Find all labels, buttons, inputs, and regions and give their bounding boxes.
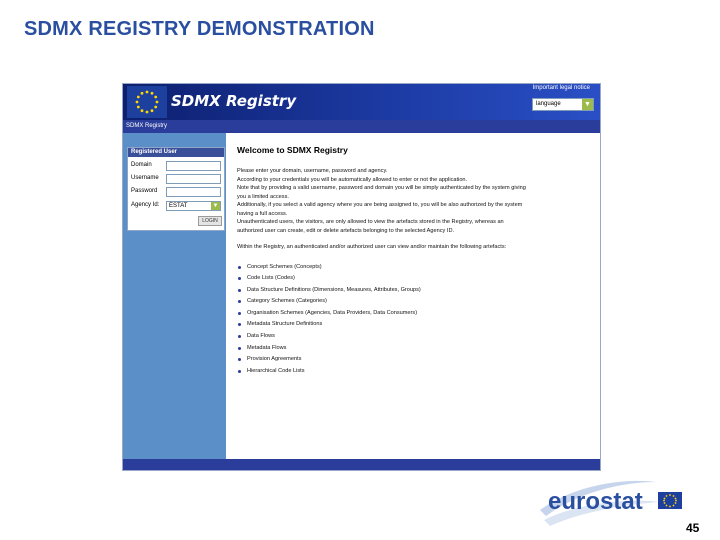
chevron-down-icon: ▼ [211, 202, 220, 210]
eurostat-logo: eurostat [536, 476, 686, 528]
list-item: Provision Agreements [237, 354, 593, 366]
eu-flag-icon [127, 86, 167, 118]
sidebar: Registered User Domain Username Password… [123, 133, 226, 470]
paragraph-line: Unauthenticated users, the visitors, are… [237, 219, 504, 225]
breadcrumb-link[interactable]: SDMX Registry [126, 123, 167, 129]
legal-notice-link[interactable]: Important legal notice [533, 85, 590, 91]
list-item: Category Schemes (Categories) [237, 296, 593, 308]
list-item: Hierarchical Code Lists [237, 366, 593, 378]
list-item: Metadata Structure Definitions [237, 319, 593, 331]
language-select-value: language [536, 101, 561, 107]
paragraph-line: Please enter your domain, username, pass… [237, 168, 388, 174]
password-input[interactable] [166, 187, 221, 197]
list-item: Organisation Schemes (Agencies, Data Pro… [237, 308, 593, 320]
browser-window: SDMX Registry Important legal notice lan… [122, 83, 601, 471]
footer-bar [123, 459, 600, 470]
login-panel: Registered User Domain Username Password… [127, 147, 225, 231]
artefact-list: Concept Schemes (Concepts) Code Lists (C… [237, 262, 593, 378]
list-item: Data Flows [237, 331, 593, 343]
list-item: Code Lists (Codes) [237, 273, 593, 285]
list-item: Data Structure Definitions (Dimensions, … [237, 285, 593, 297]
registry-banner: SDMX Registry Important legal notice lan… [123, 84, 600, 120]
password-label: Password [131, 188, 158, 194]
domain-input[interactable] [166, 161, 221, 171]
paragraph-line: authorized user can create, edit or dele… [237, 227, 455, 234]
page-title: Welcome to SDMX Registry [237, 145, 348, 155]
agency-select-value: ESTAT [169, 203, 188, 209]
login-button[interactable]: LOGIN [198, 216, 222, 226]
login-header: Registered User [128, 148, 224, 157]
agency-select[interactable]: ESTAT ▼ [166, 201, 221, 211]
banner-title: SDMX Registry [171, 92, 297, 110]
slide-title: SDMX REGISTRY DEMONSTRATION [24, 18, 375, 40]
main-content: Welcome to SDMX Registry Please enter yo… [237, 145, 593, 377]
page-number: 45 [686, 521, 700, 535]
paragraph-line: Additionally, if you select a valid agen… [237, 202, 523, 208]
list-item: Concept Schemes (Concepts) [237, 262, 593, 274]
paragraph-line: According to your credentials you will b… [237, 176, 468, 183]
breadcrumb: SDMX Registry [123, 120, 600, 133]
paragraph-line: having a full access. [237, 210, 288, 217]
paragraph-line: you a limited access. [237, 193, 289, 200]
eurostat-wordmark: eurostat [548, 488, 643, 515]
language-select[interactable]: language ▼ [532, 98, 594, 111]
chevron-down-icon: ▼ [582, 99, 593, 110]
domain-label: Domain [131, 162, 152, 168]
username-label: Username [131, 175, 159, 181]
paragraph-line: Note that by providing a valid username,… [237, 185, 526, 191]
username-input[interactable] [166, 174, 221, 184]
artefacts-intro: Within the Registry, an authenticated an… [237, 244, 507, 250]
agency-label: Agency Id: [131, 202, 160, 208]
list-item: Metadata Flows [237, 343, 593, 355]
